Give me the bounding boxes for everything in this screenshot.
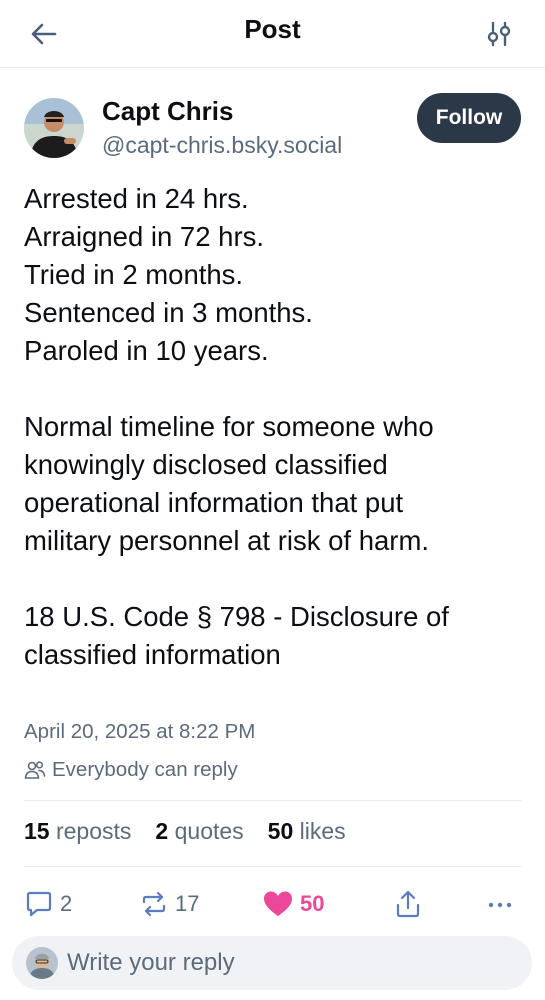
reposts-count: 15 xyxy=(24,818,50,844)
reply-count: 2 xyxy=(60,891,73,916)
quotes-stat[interactable]: 2 quotes xyxy=(155,818,243,845)
post-body: Arrested in 24 hrs. Arraigned in 72 hrs.… xyxy=(24,180,524,674)
people-icon xyxy=(24,761,46,779)
post-line: 18 U.S. Code § 798 - Disclosure of xyxy=(24,601,449,632)
likes-count: 50 xyxy=(267,818,294,844)
divider xyxy=(24,866,521,867)
quotes-count: 2 xyxy=(155,818,169,844)
likes-label: likes xyxy=(299,818,346,844)
reply-input[interactable]: Write your reply xyxy=(12,936,532,990)
thread-settings-button[interactable] xyxy=(481,16,517,52)
comment-icon xyxy=(26,891,52,917)
post-line: operational information that put xyxy=(24,487,404,518)
post-line: Paroled in 10 years. xyxy=(24,335,269,366)
like-count: 50 xyxy=(300,891,325,916)
post-line: military personnel at risk of harm. xyxy=(24,525,429,556)
reply-placeholder: Write your reply xyxy=(67,949,235,976)
post-author: Capt Chris @capt-chris.bsky.social Follo… xyxy=(24,93,521,160)
share-icon xyxy=(396,890,420,918)
post-line: knowingly disclosed classified xyxy=(24,449,388,480)
heart-icon xyxy=(264,891,292,916)
divider xyxy=(24,800,521,801)
follow-button[interactable]: Follow xyxy=(417,93,521,143)
author-handle[interactable]: @capt-chris.bsky.social xyxy=(102,132,342,159)
more-options-button[interactable] xyxy=(486,884,514,924)
share-button[interactable] xyxy=(394,884,422,924)
user-avatar-icon xyxy=(26,947,58,979)
reply-button[interactable]: 2 xyxy=(24,884,72,924)
reply-composer-bar: Write your reply xyxy=(0,926,545,1000)
page-title: Post xyxy=(244,14,301,44)
top-bar: Post xyxy=(0,0,545,68)
post-line: classified information xyxy=(24,639,281,670)
post-actions: 2 17 50 xyxy=(24,884,521,924)
author-display-name[interactable]: Capt Chris xyxy=(102,96,233,127)
reposts-label: reposts xyxy=(55,818,132,844)
repost-count: 17 xyxy=(175,891,200,916)
post-line: Sentenced in 3 months. xyxy=(24,297,313,328)
ellipsis-icon xyxy=(488,902,512,908)
post-line: Arrested in 24 hrs. xyxy=(24,183,249,214)
author-photo-icon xyxy=(24,98,84,158)
post-line: Normal timeline for someone who xyxy=(24,411,434,442)
author-avatar[interactable] xyxy=(24,98,84,158)
repost-button[interactable]: 17 xyxy=(139,884,199,924)
reposts-stat[interactable]: 15 reposts xyxy=(24,818,131,845)
current-user-avatar xyxy=(26,947,58,979)
post-line: Tried in 2 months. xyxy=(24,259,244,290)
post-stats: 15 reposts 2 quotes 50 likes xyxy=(24,818,370,845)
reply-setting-label: Everybody can reply xyxy=(52,758,238,781)
reply-setting[interactable]: Everybody can reply xyxy=(24,758,238,782)
repost-icon xyxy=(142,891,166,917)
like-button[interactable]: 50 xyxy=(262,884,324,924)
post-line: Arraigned in 72 hrs. xyxy=(24,221,264,252)
quotes-label: quotes xyxy=(174,818,244,844)
post-timestamp[interactable]: April 20, 2025 at 8:22 PM xyxy=(24,720,255,744)
sliders-icon xyxy=(487,21,511,47)
likes-stat[interactable]: 50 likes xyxy=(268,818,346,845)
